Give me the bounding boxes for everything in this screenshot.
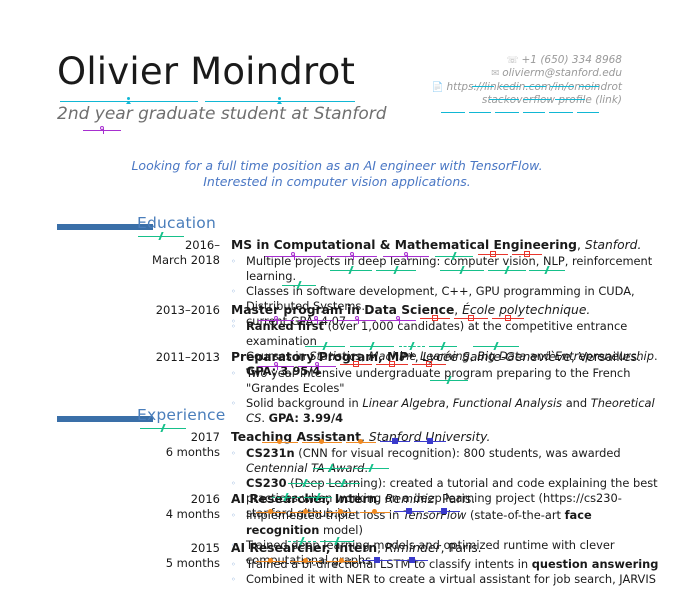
entry-title-org: Stanford University. [368, 430, 491, 444]
section-header-education: Education [0, 214, 674, 238]
entry-title: Preparatory Program, MP*, Lycée Sainte-G… [231, 350, 641, 364]
entry-dates: 2015 5 months [0, 541, 231, 571]
list-item-text: Two year intensive undergraduate program… [246, 365, 631, 395]
list-item-text: Implemented triplet loss in TensorFlow (… [246, 507, 592, 537]
bullet-circle-icon: ◦ [231, 448, 236, 458]
entry-date-secondary: March 2018 [152, 253, 220, 268]
entry-title-role: MS in Computational & Mathematical Engin… [231, 238, 577, 252]
contact-email[interactable]: olivierm@stanford.edu [502, 67, 622, 79]
entry-title-role: AI Researcher, Intern [231, 541, 378, 555]
envelope-icon: ✉ [491, 68, 500, 80]
entry-date-primary: 2015 [190, 541, 220, 555]
contact-website-row[interactable]: 📄 https://linkedin.com/in/omoindrot [432, 81, 622, 94]
resume-header: Olivier Moindrot 2nd year graduate stude… [0, 52, 674, 132]
entry-dates: 2011–2013 [0, 350, 231, 365]
contact-block: ☏ +1 (650) 334 8968 ✉ olivierm@stanford.ed… [432, 54, 622, 108]
contact-email-row[interactable]: ✉ olivierm@stanford.edu [432, 67, 622, 80]
section-title: Education [137, 214, 216, 232]
list-item: ◦ Multiple projects in deep learning: com… [231, 254, 664, 284]
entry-bullet-list: ◦ Trained a bi-directional LSTM to classi… [231, 557, 664, 587]
bullet-circle-icon: ◦ [231, 321, 236, 331]
entry-title: MS in Computational & Mathematical Engin… [231, 238, 642, 252]
section-title: Experience [137, 406, 226, 424]
contact-website[interactable]: https://linkedin.com/in/omoindrot [447, 81, 623, 93]
entry-title: Teaching Assistant, Stanford University. [231, 430, 491, 444]
contact-stackoverflow-row[interactable]: stackoverflow profile (link) [432, 94, 622, 107]
entry-title-org: Reminiz [385, 492, 435, 506]
entry-date-primary: 2013–2016 [155, 303, 220, 317]
contact-phone: +1 (650) 334 8968 [521, 54, 623, 66]
entry-dates: 2016 4 months [0, 492, 231, 522]
objective-statement: Looking for a full time position as an A… [0, 158, 674, 190]
entry-date-primary: 2016 [190, 492, 220, 506]
list-item-text: CS231n (CNN for visual recognition): 800… [246, 445, 621, 475]
entry-title-org: École polytechnique. [462, 303, 591, 317]
name-block: Olivier Moindrot 2nd year graduate stude… [57, 52, 387, 125]
entry-title-role: Teaching Assistant [231, 430, 361, 444]
entry-title: AI Researcher, Intern, Reminiz, Paris. [231, 492, 476, 506]
list-item: ◦ Two year intensive undergraduate progra… [231, 366, 664, 396]
contact-stackoverflow[interactable]: stackoverflow profile (link) [482, 94, 622, 106]
entry-title-role: Preparatory Program, MP* [231, 350, 415, 364]
entry-date-primary: 2016– [184, 238, 220, 252]
entry-dates: 2016– March 2018 [0, 238, 231, 268]
entry-title-role: Master program in Data Science [231, 303, 455, 317]
entry: 2015 5 months AI Researcher, Intern, Rimin… [0, 541, 674, 587]
list-item-text: Multiple projects in deep learning: comp… [246, 253, 653, 283]
entry-title-org: Riminder [385, 541, 441, 555]
list-item: ◦ Trained a bi-directional LSTM to classi… [231, 557, 664, 572]
entry-body: AI Researcher, Intern, Riminder, Paris. ◦… [231, 541, 674, 587]
entry-dates: 2013–2016 [0, 303, 231, 318]
contact-phone-row: ☏ +1 (650) 334 8968 [432, 54, 622, 67]
bullet-circle-icon: ◦ [231, 398, 236, 408]
list-item: ◦ Implemented triplet loss in TensorFlow … [231, 508, 664, 538]
page-title: Olivier Moindrot [57, 50, 356, 93]
bullet-circle-icon: ◦ [231, 559, 236, 569]
entry-date-secondary: 5 months [165, 556, 220, 571]
list-item-text: Combined it with NER to create a virtual… [246, 571, 656, 586]
entry-title-org: Lycée Sainte-Geneviève [422, 350, 571, 364]
phone-icon: ☏ [506, 55, 519, 66]
bullet-circle-icon: ◦ [231, 574, 236, 584]
entry-date-primary: 2017 [190, 430, 220, 444]
entry-date-primary: 2011–2013 [155, 350, 220, 364]
bullet-circle-icon: ◦ [231, 256, 236, 266]
bullet-circle-icon: ◦ [231, 286, 236, 296]
section-header-experience: Experience [0, 406, 674, 430]
entry-date-secondary: 6 months [165, 445, 220, 460]
list-item: ◦ CS231n (CNN for visual recognition): 80… [231, 446, 664, 476]
header-subtitle: 2nd year graduate student at Stanford [57, 104, 387, 124]
entry-date-secondary: 4 months [165, 507, 220, 522]
bullet-circle-icon: ◦ [231, 368, 236, 378]
list-item-text: Trained a bi-directional LSTM to classif… [246, 556, 659, 571]
entry-title-org: Stanford. [584, 238, 642, 252]
bullet-circle-icon: ◦ [231, 510, 236, 520]
list-item: ◦ Combined it with NER to create a virtua… [231, 572, 664, 587]
bullet-circle-icon: ◦ [231, 478, 236, 488]
list-item-text: Ranked first (over 1,000 candidates) at … [246, 318, 628, 348]
entry-title: AI Researcher, Intern, Riminder, Paris. [231, 541, 482, 555]
entry-title: Master program in Data Science, École po… [231, 303, 591, 317]
objective-line-2: Interested in computer vision applicatio… [203, 174, 471, 189]
list-item: ◦ Ranked first (over 1,000 candidates) at… [231, 319, 664, 349]
page-icon: 📄 [431, 81, 444, 93]
entry-title-role: AI Researcher, Intern [231, 492, 378, 506]
resume-page: Olivier Moindrot 2nd year graduate stude… [0, 0, 674, 599]
entry-dates: 2017 6 months [0, 430, 231, 460]
objective-line-1: Looking for a full time position as an A… [131, 158, 543, 173]
